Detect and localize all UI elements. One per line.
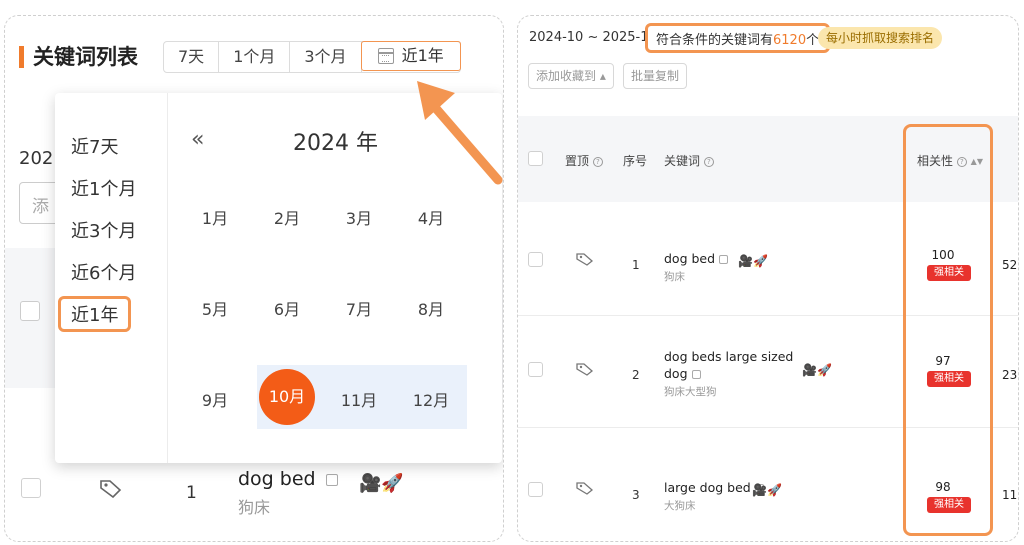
camera-rocket-icon[interactable]: 🎥🚀	[359, 473, 404, 494]
row-checkbox[interactable]	[21, 478, 41, 498]
tab-3-months[interactable]: 3个月	[290, 42, 362, 72]
add-to-favorites-button[interactable]: 添加收藏到 ▴	[528, 63, 614, 89]
month-8[interactable]: 8月	[401, 296, 461, 320]
month-12[interactable]: 12月	[401, 387, 461, 411]
preset-6-months[interactable]: 近6个月	[71, 259, 136, 285]
row-keyword[interactable]: dog bed	[664, 250, 729, 267]
row-checkbox[interactable]	[528, 482, 543, 497]
right-panel: 2024-10 ~ 2025-10 符合条件的关键词有6120个 每小时抓取搜索…	[517, 15, 1019, 542]
background-date-text: 202	[19, 148, 54, 169]
row-keyword-translation: 狗床大型狗	[664, 386, 717, 398]
month-calendar: « 2024 年 1月 2月 3月 4月 5月 6月 7月 8月 9月 10月 …	[169, 93, 502, 463]
preset-1-month[interactable]: 近1个月	[71, 175, 136, 201]
row-rank: 3	[632, 488, 640, 502]
tab-7-days[interactable]: 7天	[164, 42, 220, 72]
tab-1-month[interactable]: 1个月	[219, 42, 291, 72]
table-row: 3 large dog bed 大狗床 🎥🚀 98 强相关 11,	[518, 428, 1018, 541]
month-9[interactable]: 9月	[185, 387, 245, 411]
title-accent-bar	[19, 46, 24, 68]
row-keyword[interactable]: dog bed	[238, 468, 338, 490]
row-rank: 1	[632, 258, 640, 272]
month-2[interactable]: 2月	[257, 205, 317, 229]
row-checkbox[interactable]	[528, 362, 543, 377]
tab-last-year-label: 近1年	[401, 46, 444, 65]
help-icon[interactable]: ?	[956, 156, 967, 167]
select-all-checkbox[interactable]	[528, 151, 543, 166]
header-keyword-label: 关键词	[664, 154, 701, 168]
tab-last-year[interactable]: 近1年	[360, 41, 461, 71]
month-4[interactable]: 4月	[401, 205, 461, 229]
result-count: 符合条件的关键词有6120个	[645, 23, 831, 53]
header-relevance[interactable]: 相关性 ? ▲▼	[917, 152, 983, 169]
month-10-selected[interactable]: 10月	[259, 369, 315, 425]
strong-relevance-badge: 强相关	[927, 371, 971, 387]
hourly-ranking-badge[interactable]: 每小时抓取搜索排名	[818, 27, 943, 49]
calendar-year: 2024 年	[293, 131, 378, 156]
row-keyword-translation: 大狗床	[664, 500, 696, 512]
tag-icon[interactable]	[576, 481, 594, 495]
month-3[interactable]: 3月	[329, 205, 389, 229]
strong-relevance-badge: 强相关	[927, 497, 971, 513]
row-keyword-text: dog bed	[238, 468, 316, 490]
next-column-value: 52,	[1002, 258, 1018, 272]
sort-icon[interactable]: ▲▼	[971, 157, 983, 166]
left-panel: 关键词列表 7天 1个月 3个月 近1年 202 添 1 dog bed 狗床 …	[4, 15, 504, 542]
month-5[interactable]: 5月	[185, 296, 245, 320]
month-6[interactable]: 6月	[257, 296, 317, 320]
next-column-value: 11,	[1002, 488, 1018, 502]
calendar-icon	[377, 48, 394, 64]
batch-copy-button[interactable]: 批量复制	[623, 63, 688, 89]
row-keyword-translation: 狗床	[238, 498, 271, 517]
relevance-score: 97	[935, 354, 951, 368]
camera-rocket-icon[interactable]: 🎥🚀	[738, 254, 768, 268]
row-keyword[interactable]: dog beds large sized dog	[664, 348, 793, 382]
time-range-tabs: 7天 1个月 3个月 近1年	[163, 41, 461, 73]
row-rank: 1	[186, 483, 197, 503]
header-relevance-label: 相关性	[917, 154, 954, 168]
row-checkbox[interactable]	[528, 252, 543, 267]
result-count-prefix: 符合条件的关键词有	[656, 33, 774, 48]
preset-3-months[interactable]: 近3个月	[71, 217, 136, 243]
row-rank: 2	[632, 368, 640, 382]
header-keyword: 关键词 ?	[664, 152, 714, 169]
next-column-value: 23	[1002, 368, 1018, 382]
copy-icon[interactable]	[325, 473, 338, 486]
result-count-value: 6120	[773, 33, 807, 48]
help-icon[interactable]: ?	[592, 156, 603, 167]
relevance-score: 98	[935, 480, 951, 494]
row-keyword-line2: dog	[664, 366, 688, 381]
background-checkbox[interactable]	[20, 301, 40, 321]
table-row: 2 dog beds large sized dog 狗床大型狗 🎥🚀 97 强相…	[518, 316, 1018, 428]
month-11[interactable]: 11月	[329, 387, 389, 411]
date-picker-dropdown: 近7天 近1个月 近3个月 近6个月 近1年 « 2024 年 1月 2月 3月…	[55, 93, 502, 463]
preset-list: 近7天 近1个月 近3个月 近6个月 近1年	[55, 93, 168, 463]
header-pin: 置顶 ?	[565, 152, 603, 169]
row-keyword-text: dog bed	[664, 251, 716, 266]
help-icon[interactable]: ?	[703, 156, 714, 167]
header-index: 序号	[623, 154, 648, 168]
header-pin-label: 置顶	[565, 154, 590, 168]
table-row: 1 dog bed 狗床 🎥🚀 100 强相关 52,	[518, 202, 1018, 316]
copy-icon[interactable]	[691, 370, 701, 379]
tag-icon[interactable]	[576, 362, 594, 376]
row-keyword[interactable]: large dog bed	[664, 479, 764, 496]
preset-last-year[interactable]: 近1年	[58, 296, 132, 332]
date-range-label: 2024-10 ~ 2025-10	[529, 30, 657, 45]
tag-icon[interactable]	[99, 478, 123, 498]
tag-icon[interactable]	[576, 252, 594, 266]
strong-relevance-badge: 强相关	[927, 265, 971, 281]
page-title: 关键词列表	[33, 45, 138, 69]
preset-7-days[interactable]: 近7天	[71, 133, 118, 159]
row-keyword-text: large dog bed	[664, 480, 751, 495]
month-1[interactable]: 1月	[185, 205, 245, 229]
camera-rocket-icon[interactable]: 🎥🚀	[752, 483, 782, 497]
relevance-score: 100	[931, 248, 955, 262]
row-keyword-line1: dog beds large sized	[664, 349, 794, 364]
month-7[interactable]: 7月	[329, 296, 389, 320]
copy-icon[interactable]	[719, 255, 729, 264]
camera-rocket-icon[interactable]: 🎥🚀	[802, 363, 832, 377]
row-keyword-translation: 狗床	[664, 271, 685, 283]
